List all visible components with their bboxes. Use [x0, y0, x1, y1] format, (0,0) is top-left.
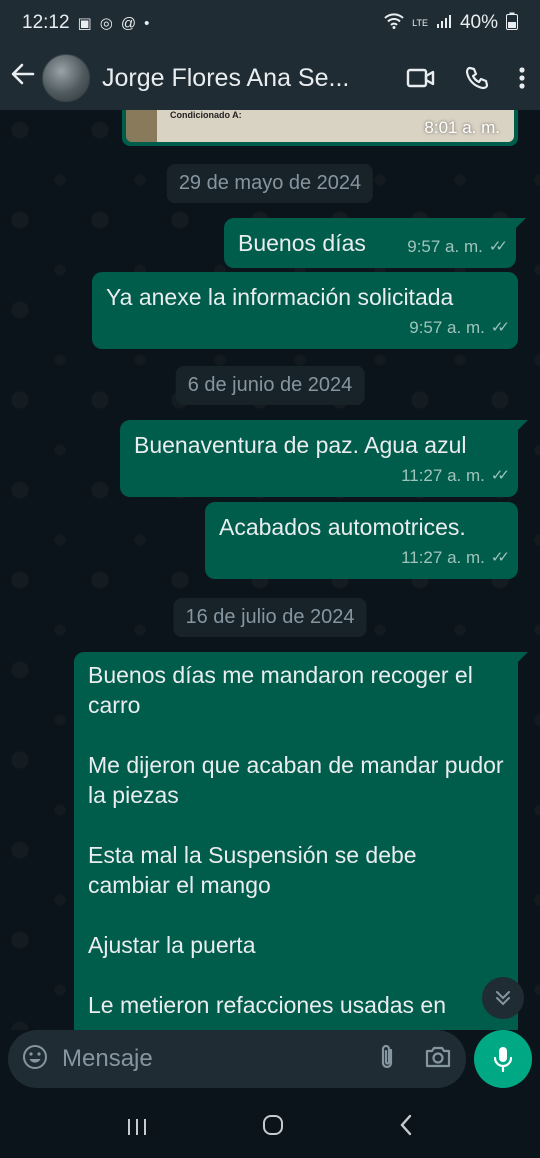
message-input-bar[interactable]: Mensaje — [8, 1030, 466, 1088]
double-check-icon: ✓✓ — [490, 467, 510, 484]
status-time: 12:12 — [22, 12, 70, 33]
camera-icon[interactable] — [424, 1045, 452, 1074]
long-message-bubble[interactable]: Buenos días me mandaron recoger el carro… — [74, 652, 528, 1030]
double-check-icon: ✓✓ — [490, 549, 510, 566]
message-text: Buenos días — [238, 230, 366, 256]
message-text: Ya anexe la información solicitada — [106, 284, 454, 310]
double-chevron-down-icon — [496, 991, 510, 1006]
message-paragraph: Esta mal la Suspensión se debe cambiar e… — [88, 842, 417, 898]
more-options-icon[interactable] — [518, 66, 526, 90]
date-separator: 29 de mayo de 2024 — [166, 164, 374, 203]
message-paragraph: Me dijeron que acaban de mandar pudor la… — [88, 752, 504, 808]
voice-message-button[interactable] — [474, 1030, 532, 1088]
message-time: 11:27 a. m. — [401, 548, 485, 567]
threads-notification-icon: @ — [120, 14, 137, 32]
message-bubble[interactable]: Ya anexe la información solicitada 9:57 … — [92, 272, 518, 349]
message-time: 9:57 a. m. — [409, 318, 485, 337]
signal-icon — [436, 13, 452, 33]
message-time: 11:27 a. m. — [401, 466, 485, 485]
emoji-icon[interactable] — [22, 1044, 48, 1075]
date-separator: 16 de julio de 2024 — [173, 598, 367, 637]
status-bar: 12:12 ▣ ◎ @ • LTE 40% — [0, 0, 540, 46]
message-text: Buenaventura de paz. Agua azul — [134, 432, 467, 458]
image-message[interactable]: Condicionado A: 8:01 a. m. — [122, 110, 518, 146]
message-paragraph: Ajustar la puerta — [88, 932, 256, 958]
contact-name[interactable]: Jorge Flores Ana Se... — [102, 64, 372, 93]
microphone-icon — [493, 1047, 513, 1073]
message-bubble[interactable]: Buenaventura de paz. Agua azul 11:27 a. … — [120, 420, 528, 497]
gallery-notification-icon: ▣ — [77, 15, 92, 32]
message-time: 9:57 a. m. — [407, 237, 483, 256]
chat-header: Jorge Flores Ana Se... — [0, 46, 540, 110]
message-input[interactable]: Mensaje — [62, 1045, 378, 1073]
double-check-icon: ✓✓ — [488, 238, 508, 255]
message-bubble[interactable]: Acabados automotrices. 11:27 a. m. ✓✓ — [205, 502, 518, 579]
recent-apps-icon[interactable] — [126, 1113, 148, 1144]
system-back-icon[interactable] — [398, 1113, 414, 1144]
double-check-icon: ✓✓ — [490, 319, 510, 336]
image-caption-fragment: Condicionado A: — [170, 110, 242, 120]
date-separator: 6 de junio de 2024 — [175, 366, 365, 405]
image-thumbnail[interactable]: Condicionado A: 8:01 a. m. — [126, 110, 514, 142]
image-message-time: 8:01 a. m. — [424, 118, 500, 137]
voice-call-icon[interactable] — [464, 65, 490, 91]
wifi-icon — [384, 13, 404, 33]
scroll-to-bottom-button[interactable] — [482, 977, 524, 1019]
back-arrow-icon[interactable] — [8, 61, 38, 95]
message-paragraph: Le metieron refacciones usadas en — [88, 992, 446, 1018]
more-notifications-icon: • — [144, 14, 150, 32]
attach-icon[interactable] — [378, 1043, 396, 1076]
battery-percent: 40% — [459, 12, 498, 33]
chat-area[interactable]: Condicionado A: 8:01 a. m. 29 de mayo de… — [0, 110, 540, 1030]
home-icon[interactable] — [261, 1113, 285, 1144]
lte-label: LTE — [412, 17, 428, 28]
message-paragraph: Buenos días me mandaron recoger el carro — [88, 662, 473, 718]
contact-avatar[interactable] — [42, 54, 90, 102]
video-call-icon[interactable] — [406, 67, 436, 89]
instagram-notification-icon: ◎ — [99, 15, 113, 32]
battery-icon — [506, 12, 518, 34]
message-bubble[interactable]: Buenos días 9:57 a. m. ✓✓ — [224, 218, 526, 268]
system-navigation-bar — [0, 1098, 540, 1158]
message-text: Acabados automotrices. — [219, 514, 466, 540]
